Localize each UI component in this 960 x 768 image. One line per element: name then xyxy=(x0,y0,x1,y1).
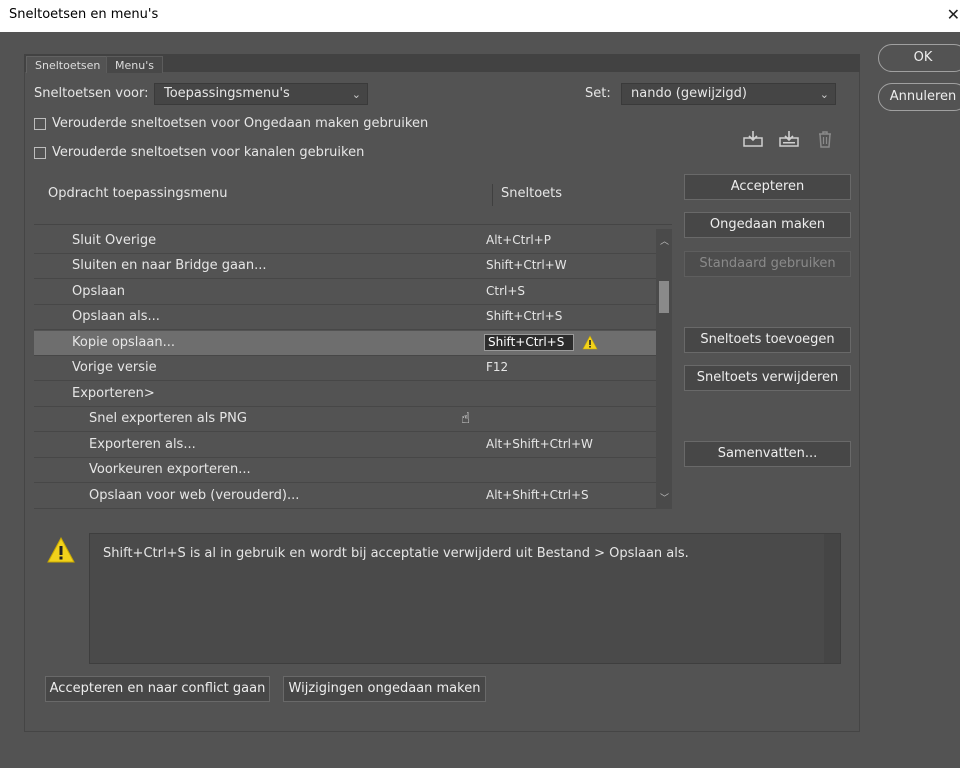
tab-sneltoetsen[interactable]: Sneltoetsen xyxy=(26,56,110,73)
shortcut-value[interactable]: Alt+Ctrl+P xyxy=(486,233,551,247)
legacy-undo-label: Verouderde sneltoetsen voor Ongedaan mak… xyxy=(52,116,429,131)
shortcut-value[interactable]: Ctrl+S xyxy=(486,284,525,298)
shortcut-value[interactable]: Shift+Ctrl+W xyxy=(486,258,567,272)
table-row[interactable]: Opslaan als... Shift+Ctrl+S xyxy=(34,305,656,330)
hand-cursor-icon: ☝ xyxy=(461,409,471,427)
summarize-button[interactable]: Samenvatten... xyxy=(684,441,851,467)
shortcut-value[interactable]: Shift+Ctrl+S xyxy=(486,309,562,323)
command-name: Snel exporteren als PNG xyxy=(89,411,247,426)
accept-goto-conflict-button[interactable]: Accepteren en naar conflict gaan xyxy=(45,676,270,702)
set-select[interactable]: nando (gewijzigd) ⌄ xyxy=(621,83,836,105)
command-name: Kopie opslaan... xyxy=(72,335,175,350)
command-name: Vorige versie xyxy=(72,360,157,375)
table-row[interactable]: Opslaan voor web (verouderd)... Alt+Shif… xyxy=(34,484,656,509)
scroll-down-icon[interactable]: ﹀ xyxy=(660,491,669,504)
table-row[interactable]: Voorkeuren exporteren... xyxy=(34,458,656,483)
tab-menus[interactable]: Menu's xyxy=(106,56,163,73)
title-bar: Sneltoetsen en menu's ✕ xyxy=(0,0,960,32)
accept-button[interactable]: Accepteren xyxy=(684,174,851,200)
command-name: Opslaan voor web (verouderd)... xyxy=(89,488,300,503)
list-scrollbar[interactable]: ︿ ﹀ xyxy=(656,229,672,509)
command-name: Sluiten en naar Bridge gaan... xyxy=(72,258,267,273)
command-name: Opslaan als... xyxy=(72,309,160,324)
set-label: Set: xyxy=(585,86,611,101)
chevron-down-icon: ⌄ xyxy=(351,88,361,101)
undo-button[interactable]: Ongedaan maken xyxy=(684,212,851,238)
column-command: Opdracht toepassingsmenu xyxy=(48,186,228,201)
legacy-undo-checkbox[interactable] xyxy=(34,118,46,130)
table-header: Opdracht toepassingsmenu Sneltoets xyxy=(34,172,672,225)
shortcut-value[interactable]: F12 xyxy=(486,360,508,374)
command-name: Exporteren> xyxy=(72,386,155,401)
cancel-button[interactable]: Annuleren xyxy=(878,83,960,111)
shortcut-value[interactable]: Alt+Shift+Ctrl+S xyxy=(486,488,589,502)
command-name: Sluit Overige xyxy=(72,233,157,248)
table-row[interactable]: Sluit Overige Alt+Ctrl+P xyxy=(34,229,656,254)
command-name: Voorkeuren exporteren... xyxy=(89,462,251,477)
save-set-icon[interactable] xyxy=(742,129,764,149)
table-row[interactable]: Exporteren> xyxy=(34,382,656,407)
column-shortcut: Sneltoets xyxy=(501,186,563,201)
conflict-message: Shift+Ctrl+S is al in gebruik en wordt b… xyxy=(103,546,689,561)
warning-icon-large xyxy=(47,536,75,563)
scroll-thumb[interactable] xyxy=(659,281,669,313)
shortcuts-for-select[interactable]: Toepassingsmenu's ⌄ xyxy=(154,83,368,105)
warning-icon xyxy=(582,335,598,350)
table-row[interactable]: Snel exporteren als PNG ☝ xyxy=(34,407,656,432)
undo-changes-button[interactable]: Wijzigingen ongedaan maken xyxy=(283,676,486,702)
shortcuts-for-value: Toepassingsmenu's xyxy=(164,86,290,101)
scroll-up-icon[interactable]: ︿ xyxy=(660,234,669,247)
command-name: Exporteren als... xyxy=(89,437,196,452)
shortcut-list: Sluit Overige Alt+Ctrl+P Sluiten en naar… xyxy=(34,229,656,509)
table-row[interactable]: Sluiten en naar Bridge gaan... Shift+Ctr… xyxy=(34,254,656,279)
new-set-icon[interactable] xyxy=(778,129,800,149)
shortcut-value[interactable]: Alt+Shift+Ctrl+W xyxy=(486,437,593,451)
table-row[interactable]: Opslaan Ctrl+S xyxy=(34,280,656,305)
chevron-down-icon: ⌄ xyxy=(819,88,829,101)
close-icon[interactable]: ✕ xyxy=(947,5,960,24)
ok-button[interactable]: OK xyxy=(878,44,960,72)
add-shortcut-button[interactable]: Sneltoets toevoegen xyxy=(684,327,851,353)
message-scrollbar[interactable] xyxy=(824,534,840,663)
legacy-channels-label: Verouderde sneltoetsen voor kanalen gebr… xyxy=(52,145,365,160)
shortcuts-for-label: Sneltoetsen voor: xyxy=(34,86,149,101)
use-default-button[interactable]: Standaard gebruiken xyxy=(684,251,851,277)
shortcut-input[interactable]: Shift+Ctrl+S xyxy=(484,334,574,351)
remove-shortcut-button[interactable]: Sneltoets verwijderen xyxy=(684,365,851,391)
table-row-selected[interactable]: Kopie opslaan... Shift+Ctrl+S xyxy=(34,331,656,356)
legacy-channels-checkbox[interactable] xyxy=(34,147,46,159)
window-title: Sneltoetsen en menu's xyxy=(9,7,159,22)
table-row[interactable]: Vorige versie F12 xyxy=(34,356,656,381)
header-divider xyxy=(492,184,493,206)
trash-icon[interactable] xyxy=(814,129,836,149)
set-value: nando (gewijzigd) xyxy=(631,86,747,101)
table-row[interactable]: Exporteren als... Alt+Shift+Ctrl+W xyxy=(34,433,656,458)
command-name: Opslaan xyxy=(72,284,126,299)
